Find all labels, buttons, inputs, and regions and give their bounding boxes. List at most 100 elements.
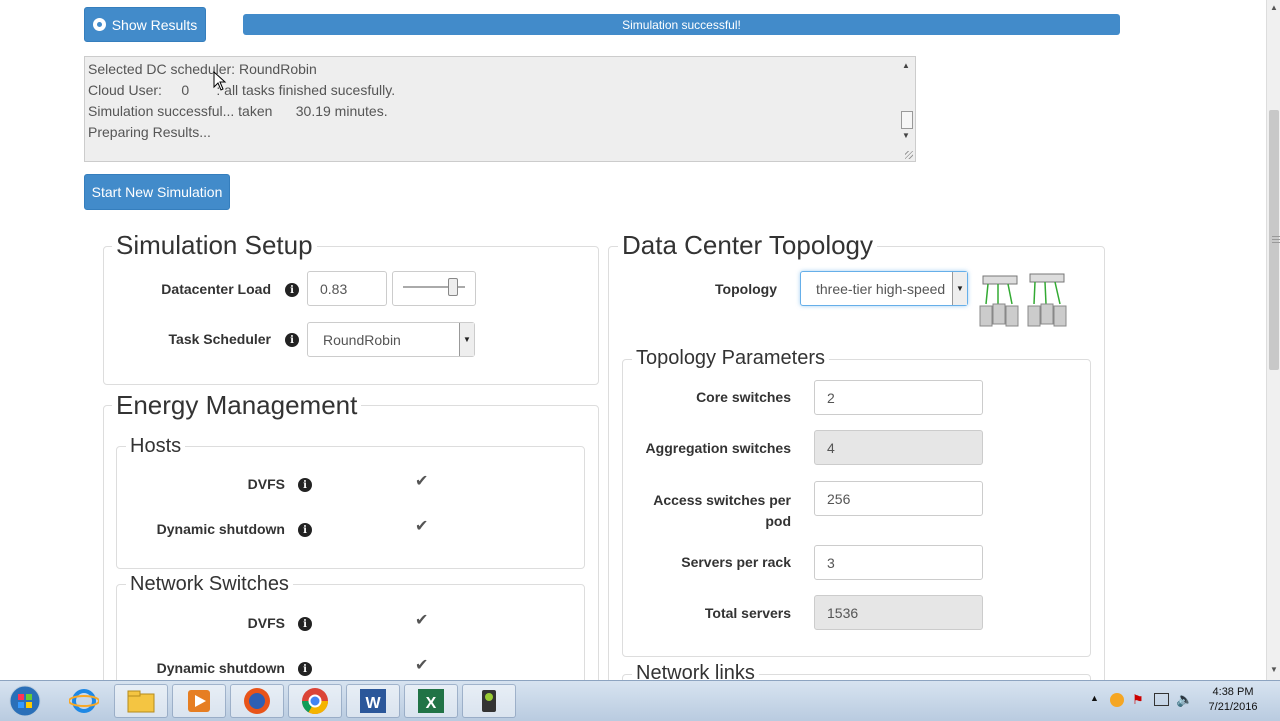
scroll-down-icon[interactable]: ▼	[902, 131, 910, 140]
log-line: Preparing Results...	[88, 124, 211, 140]
switches-shutdown-checkbox[interactable]: ✔	[415, 655, 428, 675]
log-lines: Selected DC scheduler: RoundRobin Cloud …	[88, 59, 395, 143]
aggregation-switches-label: Aggregation switches	[645, 440, 791, 456]
topology-select[interactable]: three-tier high-speed ▼	[800, 271, 968, 306]
three-tier-topology-icon	[979, 273, 1067, 327]
hosts-dvfs-checkbox[interactable]: ✔	[415, 471, 428, 491]
info-icon[interactable]: i	[298, 523, 312, 537]
network-links-title: Network links	[632, 662, 759, 680]
log-line: Cloud User: 0 : all tasks finished suces…	[88, 82, 396, 98]
internet-explorer-icon[interactable]	[57, 684, 111, 718]
clock-time: 4:38 PM	[1212, 686, 1254, 698]
servers-per-rack-label: Servers per rack	[681, 554, 791, 570]
mouse-cursor-icon	[213, 71, 227, 91]
start-new-label: Start New Simulation	[91, 184, 223, 200]
hosts-shutdown-checkbox[interactable]: ✔	[415, 516, 428, 536]
info-icon[interactable]: i	[298, 662, 312, 676]
access-switches-label-line: Access switches per	[653, 492, 791, 508]
excel-icon[interactable]: X	[404, 684, 458, 718]
core-switches-value: 2	[827, 389, 835, 406]
total-servers-label: Total servers	[704, 605, 791, 621]
topology-title: Data Center Topology	[618, 230, 878, 261]
action-center-icon[interactable]: ⚑	[1132, 692, 1144, 708]
datacenter-load-value: 0.83	[320, 280, 348, 297]
clock[interactable]: 4:38 PM 7/21/2016	[1198, 681, 1268, 721]
chevron-down-icon[interactable]: ▼	[952, 272, 967, 305]
log-line: Simulation successful... taken 30.19 min…	[88, 103, 388, 119]
hosts-panel	[116, 446, 585, 569]
tray-app-icon[interactable]	[1110, 693, 1124, 707]
grip-line	[1272, 236, 1280, 237]
grip-line	[1272, 239, 1280, 240]
svg-text:W: W	[365, 695, 381, 712]
show-results-label: Show Results	[111, 16, 198, 33]
show-hidden-icons-icon[interactable]: ▲	[1090, 693, 1099, 703]
task-scheduler-label: Task Scheduler	[168, 331, 271, 347]
switches-dvfs-checkbox[interactable]: ✔	[415, 610, 428, 630]
info-icon[interactable]: i	[298, 478, 312, 492]
servers-per-rack-value: 3	[827, 554, 835, 571]
network-icon[interactable]	[1154, 693, 1169, 706]
info-icon[interactable]: i	[285, 283, 299, 297]
taskbar: W X ▲ ⚑ 🔈 4:38 PM 7/21/2016	[0, 680, 1280, 721]
core-switches-input[interactable]: 2	[814, 380, 983, 415]
page-content: Show Results Simulation successful! Sele…	[0, 0, 1266, 680]
simulation-setup-panel	[103, 246, 599, 385]
topology-value: three-tier high-speed	[816, 280, 946, 297]
total-servers-input: 1536	[814, 595, 983, 630]
eye-icon	[92, 18, 106, 31]
show-results-button[interactable]: Show Results	[84, 7, 206, 42]
log-scroll-thumb[interactable]	[901, 111, 913, 129]
resize-grip-icon[interactable]	[905, 151, 913, 159]
access-switches-label: Access switches per pod	[640, 490, 791, 532]
access-switches-input[interactable]: 256	[814, 481, 983, 516]
access-switches-label-line: pod	[765, 513, 791, 529]
media-player-icon[interactable]	[172, 684, 226, 718]
firefox-icon[interactable]	[230, 684, 284, 718]
servers-per-rack-input[interactable]: 3	[814, 545, 983, 580]
start-orb-icon[interactable]	[0, 684, 50, 718]
simulation-log[interactable]: Selected DC scheduler: RoundRobin Cloud …	[84, 56, 916, 162]
task-scheduler-select[interactable]: RoundRobin ▼	[307, 322, 475, 357]
start-new-simulation-button[interactable]: Start New Simulation	[84, 174, 230, 210]
log-scrollbar[interactable]: ▲ ▼	[899, 59, 913, 149]
slider-knob[interactable]	[447, 278, 458, 296]
network-switches-title: Network Switches	[126, 573, 293, 596]
energy-management-title: Energy Management	[112, 390, 362, 421]
simulation-setup-title: Simulation Setup	[112, 230, 317, 261]
scroll-down-icon[interactable]: ▼	[1270, 665, 1278, 674]
topology-parameters-title: Topology Parameters	[632, 347, 829, 370]
chevron-down-icon[interactable]: ▼	[459, 323, 474, 356]
hosts-dvfs-label: DVFS	[247, 476, 285, 492]
access-switches-value: 256	[827, 490, 851, 507]
grip-line	[1272, 242, 1280, 243]
clock-date: 7/21/2016	[1208, 701, 1258, 713]
word-icon[interactable]: W	[346, 684, 400, 718]
camera-app-icon[interactable]	[462, 684, 516, 718]
page-scroll-thumb[interactable]	[1269, 110, 1280, 370]
topology-label: Topology	[715, 281, 777, 297]
hosts-title: Hosts	[126, 435, 186, 458]
chrome-icon[interactable]	[288, 684, 342, 718]
datacenter-load-label: Datacenter Load	[161, 281, 271, 297]
info-icon[interactable]: i	[285, 333, 299, 347]
volume-icon[interactable]: 🔈	[1176, 691, 1193, 708]
task-scheduler-value: RoundRobin	[323, 331, 401, 348]
info-icon[interactable]: i	[298, 617, 312, 631]
total-servers-value: 1536	[827, 604, 859, 621]
switches-shutdown-label: Dynamic shutdown	[156, 660, 285, 676]
aggregation-switches-input: 4	[814, 430, 983, 465]
file-explorer-icon[interactable]	[114, 684, 168, 718]
datacenter-load-slider[interactable]	[392, 271, 476, 306]
scroll-up-icon[interactable]: ▲	[902, 61, 910, 70]
log-line: Selected DC scheduler: RoundRobin	[88, 61, 317, 77]
scroll-up-icon[interactable]: ▲	[1270, 3, 1278, 12]
hosts-shutdown-label: Dynamic shutdown	[156, 521, 285, 537]
progress-text: Simulation successful!	[622, 17, 741, 32]
page-scrollbar[interactable]: ▲ ▼	[1266, 0, 1280, 680]
simulation-progress-bar: Simulation successful!	[243, 14, 1120, 35]
aggregation-switches-value: 4	[827, 439, 835, 456]
switches-dvfs-label: DVFS	[247, 615, 285, 631]
core-switches-label: Core switches	[696, 389, 791, 405]
datacenter-load-input[interactable]: 0.83	[307, 271, 387, 306]
